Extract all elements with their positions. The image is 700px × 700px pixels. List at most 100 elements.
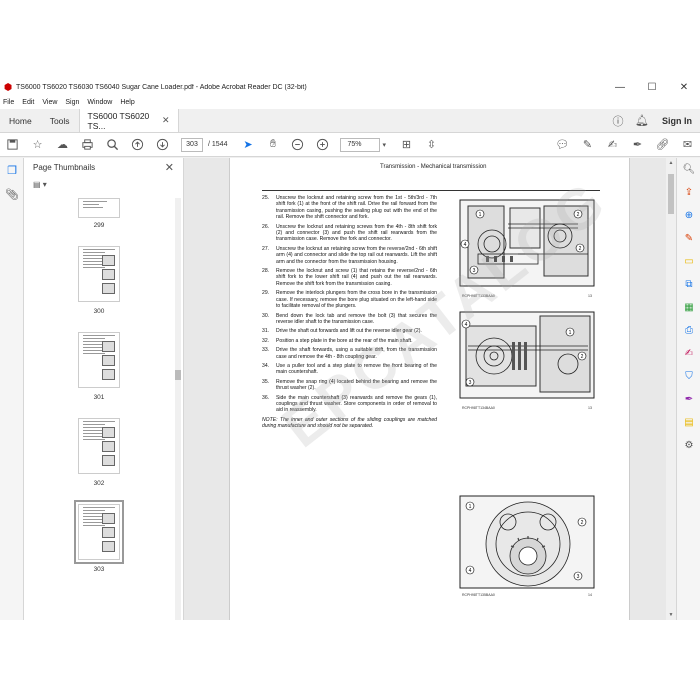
menu-sign[interactable]: Sign	[65, 99, 79, 106]
request-signature-icon[interactable]: ✒︎	[677, 388, 700, 411]
save-icon[interactable]	[0, 134, 25, 156]
search-icon[interactable]	[100, 134, 125, 156]
notifications-bell-icon[interactable]: 🔔︎	[630, 114, 654, 127]
header-rule	[262, 190, 600, 191]
left-rail: ❐ 📎︎	[0, 158, 24, 620]
right-tools-rail: 🔍︎ ⇪ ⊕ ✎ ▭ ⧉ ▦ ⎙ ✍︎ ⛉ ✒︎ ▤ ⚙︎	[676, 158, 700, 620]
panel-options[interactable]: ▤ ▾	[24, 176, 183, 192]
scan-ocr-icon[interactable]: ⎙	[677, 319, 700, 342]
chevron-down-icon[interactable]: ▾	[382, 141, 386, 149]
bookmark-star-icon[interactable]: ☆	[25, 134, 50, 156]
thumbnail-page-selected[interactable]	[74, 500, 124, 564]
attachments-paperclip-icon[interactable]: 📎︎	[0, 182, 24, 206]
combine-files-icon[interactable]: ⧉	[677, 273, 700, 296]
transmission-diagram-3: 1 2 4 3	[459, 495, 595, 589]
help-icon[interactable]: ⓘ	[606, 113, 630, 129]
document-tab-label: TS6000 TS6020 TS...	[87, 110, 150, 131]
thumbnail-page[interactable]	[78, 418, 120, 474]
menu-bar: File Edit View Sign Window Help	[0, 96, 700, 109]
sign-in-button[interactable]: Sign In	[654, 116, 700, 126]
acrobat-window: ⬢ TS6000 TS6020 TS6030 TS6040 Sugar Cane…	[0, 78, 700, 620]
figure-callout: 1	[479, 212, 482, 218]
page-thumbnails-icon[interactable]: ❐	[0, 158, 24, 182]
send-file-icon[interactable]: ▤	[677, 411, 700, 434]
highlight-pen-icon[interactable]: ✎	[575, 134, 600, 156]
draw-icon[interactable]: ✍︎	[600, 134, 625, 156]
thumbnail-page[interactable]	[78, 198, 120, 218]
figure-callout: 1	[469, 504, 472, 510]
thumbnail-label: 300	[93, 308, 105, 315]
toolbar: ☆ ☁ 303 / 1544 ➤ ✋︎ 75% ▾ ⊞ ⇳ 💬︎ ✎ ✍︎ ✒︎…	[0, 133, 700, 157]
page-number-input[interactable]: 303	[181, 137, 203, 152]
document-scrollbar[interactable]: ▲ ▼	[666, 158, 676, 620]
comment-tool-icon[interactable]: ▭	[677, 250, 700, 273]
menu-edit[interactable]: Edit	[22, 99, 34, 106]
figure-callout: 4	[469, 568, 472, 574]
share-link-icon[interactable]: 🔗︎	[650, 134, 675, 156]
thumbnail-page[interactable]	[78, 246, 120, 302]
hand-tool-icon[interactable]: ✋︎	[260, 134, 285, 156]
create-pdf-icon[interactable]: ⊕	[677, 204, 700, 227]
tab-document[interactable]: TS6000 TS6020 TS... ✕	[78, 109, 179, 132]
minimize-button[interactable]: —	[604, 78, 636, 96]
step-item: 29. Remove the interlock plungers from th…	[262, 290, 437, 310]
figure-number: 13	[588, 294, 592, 298]
organize-pages-icon[interactable]: ▦	[677, 296, 700, 319]
menu-help[interactable]: Help	[120, 99, 134, 106]
next-page-icon[interactable]	[150, 134, 175, 156]
figure-caption: RCPH98TT135BAA0	[462, 593, 495, 597]
edit-pdf-icon[interactable]: ✎	[677, 227, 700, 250]
step-item: 25. Unscrew the locknut and retaining scr…	[262, 195, 437, 221]
upload-cloud-icon[interactable]: ☁	[50, 134, 75, 156]
zoom-in-icon[interactable]	[310, 134, 335, 156]
scroll-up-icon[interactable]: ▲	[666, 158, 676, 168]
maximize-button[interactable]: ☐	[636, 78, 668, 96]
close-tab-icon[interactable]: ✕	[162, 115, 170, 126]
thumbnail-options-icon[interactable]: ▤ ▾	[33, 180, 47, 189]
previous-page-icon[interactable]	[125, 134, 150, 156]
figure-callout: 2	[581, 520, 584, 526]
thumbnail-label: 303	[93, 566, 105, 573]
step-item: 26. Unscrew the locknut and retaining scr…	[262, 223, 437, 243]
protect-shield-icon[interactable]: ⛉	[677, 365, 700, 388]
step-item: 33. Drive the shaft forwards, using a sui…	[262, 347, 437, 360]
close-window-button[interactable]: ✕	[668, 78, 700, 96]
tab-home[interactable]: Home	[0, 109, 41, 132]
close-panel-icon[interactable]: ✕	[165, 161, 174, 174]
tab-bar: Home Tools TS6000 TS6020 TS... ✕ ⓘ 🔔︎ Si…	[0, 109, 700, 133]
document-view[interactable]: Transmission - Mechanical transmission 2…	[184, 158, 676, 620]
figure-number: 14	[588, 593, 592, 597]
tabbar-right: ⓘ 🔔︎ Sign In	[606, 109, 700, 132]
panel-title: Page Thumbnails	[33, 162, 96, 172]
email-icon[interactable]: ✉	[675, 134, 700, 156]
fit-page-icon[interactable]: ⊞	[394, 134, 419, 156]
scrollbar-thumb[interactable]	[668, 174, 674, 214]
scroll-mode-icon[interactable]: ⇳	[419, 134, 444, 156]
scroll-down-icon[interactable]: ▼	[666, 610, 676, 620]
thumbnail-page[interactable]	[78, 332, 120, 388]
fill-sign-icon[interactable]: ✒︎	[625, 134, 650, 156]
zoom-level-select[interactable]: 75%	[340, 137, 381, 152]
menu-view[interactable]: View	[42, 99, 57, 106]
figure-1: 1 2 4 3 2 RCPH98TT133BAA0 13	[448, 194, 600, 300]
tab-tools[interactable]: Tools	[41, 109, 79, 132]
step-item: 32. Position a step plate in the bore at …	[262, 337, 413, 344]
menu-window[interactable]: Window	[87, 99, 112, 106]
select-cursor-icon[interactable]: ➤	[235, 134, 260, 156]
panel-scrollbar[interactable]	[175, 198, 181, 620]
menu-file[interactable]: File	[3, 99, 14, 106]
figure-2: 4 1 2 3 RCPH98TT134BAA0 13	[448, 306, 600, 412]
transmission-diagram-2: 4 1 2 3	[459, 311, 595, 399]
print-icon[interactable]	[75, 134, 100, 156]
fill-sign-tool-icon[interactable]: ✍︎	[677, 342, 700, 365]
more-tools-icon[interactable]: ⚙︎	[677, 434, 700, 457]
figure-caption: RCPH98TT133BAA0	[462, 294, 495, 298]
export-pdf-icon[interactable]: ⇪	[677, 181, 700, 204]
zoom-search-icon[interactable]: 🔍︎	[677, 158, 700, 181]
comment-icon[interactable]: 💬︎	[550, 134, 575, 156]
figure-callout: 3	[473, 268, 476, 274]
figure-callout: 3	[469, 380, 472, 386]
zoom-out-icon[interactable]	[285, 134, 310, 156]
page-total: / 1544	[208, 141, 228, 148]
thumbnail-label: 299	[93, 222, 105, 229]
